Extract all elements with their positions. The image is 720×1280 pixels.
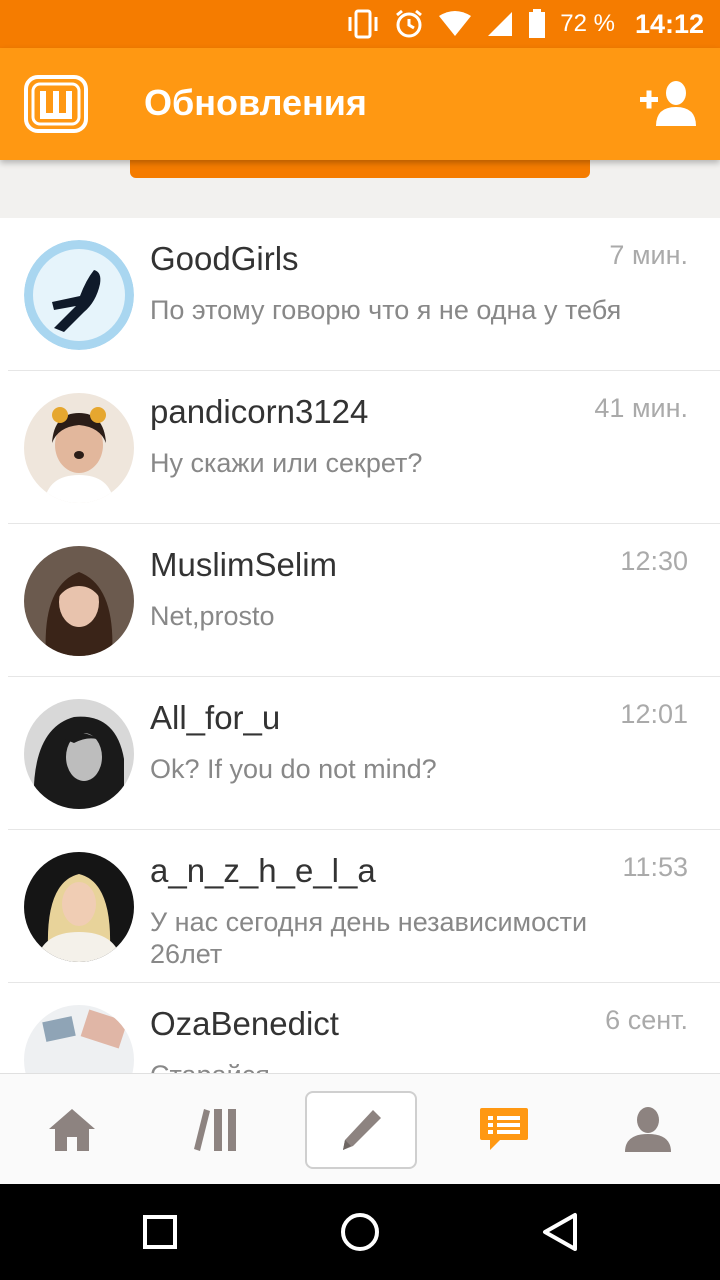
app-logo-icon[interactable] xyxy=(24,75,88,133)
vibrate-icon xyxy=(348,9,378,39)
nav-library[interactable] xyxy=(144,1074,288,1185)
avatar xyxy=(24,852,134,962)
battery-icon xyxy=(529,9,546,38)
wifi-icon xyxy=(439,11,472,36)
clock: 14:12 xyxy=(634,8,704,39)
avatar xyxy=(24,393,134,503)
conversation-time: 41 мин. xyxy=(594,393,688,423)
conversation-preview: Net,prosto xyxy=(150,601,275,631)
conversation-time: 12:01 xyxy=(620,699,688,729)
back-button[interactable] xyxy=(530,1204,590,1260)
nav-messages[interactable] xyxy=(432,1074,576,1185)
conversation-name: a_n_z_h_e_l_a xyxy=(150,852,376,889)
conversation-row[interactable]: GoodGirls 7 мин. По этому говорю что я н… xyxy=(8,218,720,371)
conversation-row[interactable]: MuslimSelim 12:30 Net,prosto xyxy=(8,524,720,677)
conversation-preview: Ну скажи или секрет? xyxy=(150,448,423,478)
alarm-icon xyxy=(396,9,423,38)
compose-bar[interactable] xyxy=(130,160,590,178)
conversation-list: GoodGirls 7 мин. По этому говорю что я н… xyxy=(0,218,720,1073)
home-system-button[interactable] xyxy=(330,1204,390,1260)
conversation-preview: У нас сегодня день независимости 26лет xyxy=(150,907,588,969)
conversation-name: All_for_u xyxy=(150,699,281,736)
nav-home[interactable] xyxy=(0,1074,144,1185)
signal-icon xyxy=(488,12,513,36)
conversation-time: 12:30 xyxy=(620,546,688,576)
conversation-row[interactable]: pandicorn3124 41 мин. Ну скажи или секре… xyxy=(8,371,720,524)
conversation-row[interactable]: a_n_z_h_e_l_a 11:53 У нас сегодня день н… xyxy=(8,830,720,983)
bottom-nav xyxy=(0,1073,720,1185)
add-friend-icon[interactable] xyxy=(638,78,698,128)
avatar xyxy=(24,240,134,350)
conversation-preview: Ok? If you do not mind? xyxy=(150,754,437,784)
recent-apps-button[interactable] xyxy=(130,1204,190,1260)
conversation-name: OzaBenedict xyxy=(150,1005,339,1042)
page-title: Обновления xyxy=(144,82,367,123)
nav-profile[interactable] xyxy=(576,1074,720,1185)
messages-icon xyxy=(480,1107,528,1150)
conversation-preview: Старайся xyxy=(150,1059,650,1073)
conversation-name: MuslimSelim xyxy=(150,546,338,583)
app-bar: Обновления xyxy=(0,48,720,160)
conversation-name: GoodGirls xyxy=(150,240,299,277)
conversation-name: pandicorn3124 xyxy=(150,393,369,430)
home-icon xyxy=(49,1108,95,1151)
write-button[interactable] xyxy=(305,1091,417,1169)
conversation-time: 11:53 xyxy=(622,852,688,882)
square-icon xyxy=(143,1215,177,1249)
conversation-time: 7 мин. xyxy=(609,240,688,270)
avatar xyxy=(24,546,134,656)
avatar xyxy=(24,1005,134,1073)
profile-icon xyxy=(625,1106,671,1152)
circle-icon xyxy=(341,1213,379,1251)
write-icon xyxy=(343,1110,381,1150)
back-triangle-icon xyxy=(543,1213,577,1251)
conversation-time: 6 сент. xyxy=(605,1005,688,1035)
conversation-preview: По этому говорю что я не одна у тебя xyxy=(150,295,622,325)
battery-level: 72 % xyxy=(560,10,615,37)
avatar xyxy=(24,699,134,809)
conversation-row[interactable]: OzaBenedict 6 сент. Старайся xyxy=(8,983,720,1073)
system-nav xyxy=(0,1184,720,1280)
conversation-row[interactable]: All_for_u 12:01 Ok? If you do not mind? xyxy=(8,677,720,830)
library-icon xyxy=(194,1108,236,1151)
status-bar: 72 % 14:12 xyxy=(0,0,720,48)
